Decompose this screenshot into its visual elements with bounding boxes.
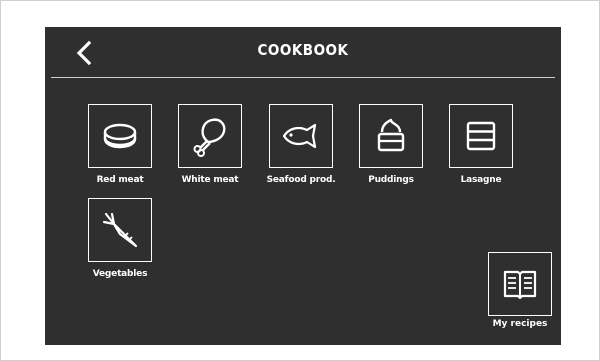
cookbook-screen: COOKBOOK Red meat White meat Seafood pro…	[45, 27, 561, 345]
open-book-icon	[503, 270, 537, 300]
category-white-meat-button[interactable]	[178, 104, 242, 168]
my-recipes-button[interactable]	[488, 252, 552, 316]
category-seafood-button[interactable]	[269, 104, 333, 168]
category-puddings-button[interactable]	[359, 104, 423, 168]
category-label: Red meat	[96, 175, 144, 185]
category-grid: Red meat White meat Seafood prod. Puddin…	[45, 27, 561, 345]
fish-icon	[282, 123, 317, 149]
category-label: Vegetables	[92, 269, 148, 279]
category-seafood[interactable]: Seafood prod.	[256, 104, 346, 185]
carrot-icon	[102, 212, 138, 248]
lasagne-layers-icon	[466, 121, 496, 151]
category-label: White meat	[181, 175, 239, 185]
category-puddings[interactable]: Puddings	[346, 104, 436, 185]
category-lasagne[interactable]: Lasagne	[436, 104, 526, 185]
steak-icon	[103, 123, 137, 149]
category-label: Lasagne	[460, 175, 502, 185]
category-vegetables[interactable]: Vegetables	[75, 198, 165, 279]
category-lasagne-button[interactable]	[449, 104, 513, 168]
device-frame: COOKBOOK Red meat White meat Seafood pro…	[0, 0, 600, 361]
category-label: Puddings	[368, 175, 414, 185]
category-red-meat-button[interactable]	[88, 104, 152, 168]
my-recipes[interactable]: My recipes	[485, 252, 555, 329]
category-label: Seafood prod.	[266, 175, 336, 185]
category-vegetables-button[interactable]	[88, 198, 152, 262]
category-white-meat[interactable]: White meat	[165, 104, 255, 185]
pudding-icon	[377, 118, 405, 152]
my-recipes-label: My recipes	[492, 319, 548, 329]
category-red-meat[interactable]: Red meat	[75, 104, 165, 185]
chicken-leg-icon	[193, 118, 226, 157]
